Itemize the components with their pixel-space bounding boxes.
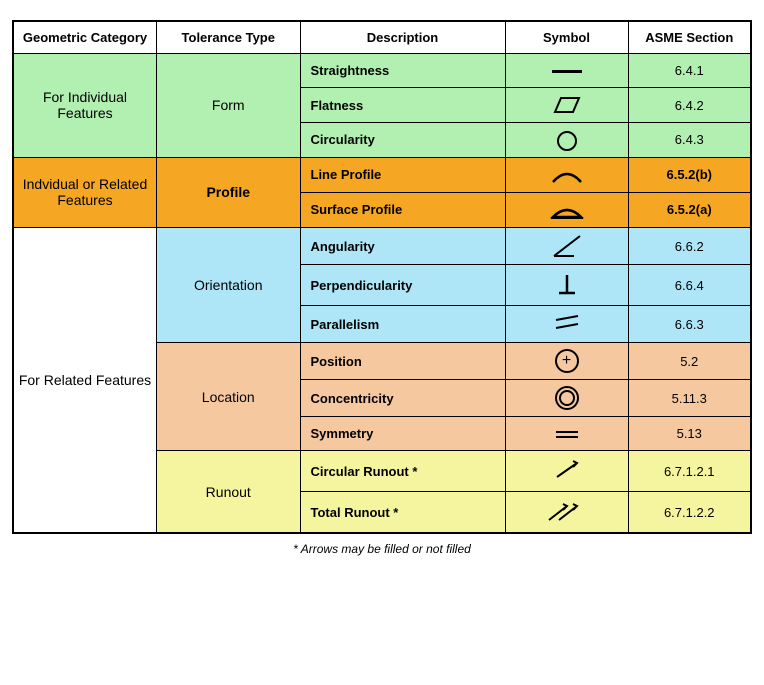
tolerance-form: Form xyxy=(157,54,301,158)
asme-symmetry: 5.13 xyxy=(628,417,751,451)
table-row: For Related Features Orientation Angular… xyxy=(13,228,751,265)
position-icon xyxy=(555,349,579,373)
asme-straightness: 6.4.1 xyxy=(628,54,751,88)
symbol-symmetry xyxy=(505,417,628,451)
asme-concentricity: 5.11.3 xyxy=(628,380,751,417)
category-individual: For Individual Features xyxy=(13,54,157,158)
perpendicularity-icon xyxy=(555,271,579,299)
symbol-perpendicularity xyxy=(505,265,628,306)
surface-profile-icon xyxy=(549,199,585,221)
line-profile-icon xyxy=(549,164,585,186)
header-category: Geometric Category xyxy=(13,21,157,54)
concentricity-icon xyxy=(555,386,579,410)
symbol-line-profile xyxy=(505,157,628,192)
straightness-icon xyxy=(552,70,582,73)
header-tolerance: Tolerance Type xyxy=(157,21,301,54)
category-indvidual-related: Indvidual or Related Features xyxy=(13,157,157,228)
asme-parallelism: 6.6.3 xyxy=(628,306,751,343)
header-description: Description xyxy=(300,21,505,54)
header-asme: ASME Section xyxy=(628,21,751,54)
footnote: * Arrows may be filled or not filled xyxy=(12,542,752,556)
symbol-surface-profile xyxy=(505,192,628,227)
symbol-straightness xyxy=(505,54,628,88)
symbol-concentricity xyxy=(505,380,628,417)
tolerance-location: Location xyxy=(157,343,301,451)
asme-circular-runout: 6.7.1.2.1 xyxy=(628,451,751,492)
desc-symmetry: Symmetry xyxy=(300,417,505,451)
angularity-icon xyxy=(552,234,582,258)
category-related: For Related Features xyxy=(13,228,157,534)
asme-line-profile: 6.5.2(b) xyxy=(628,157,751,192)
asme-angularity: 6.6.2 xyxy=(628,228,751,265)
header-symbol: Symbol xyxy=(505,21,628,54)
main-table-container: Geometric Category Tolerance Type Descri… xyxy=(12,20,752,556)
desc-flatness: Flatness xyxy=(300,88,505,123)
desc-line-profile: Line Profile xyxy=(300,157,505,192)
table-row: Indvidual or Related Features Profile Li… xyxy=(13,157,751,192)
circular-runout-icon xyxy=(549,457,585,485)
symbol-position xyxy=(505,343,628,380)
desc-angularity: Angularity xyxy=(300,228,505,265)
desc-parallelism: Parallelism xyxy=(300,306,505,343)
circularity-icon xyxy=(557,131,577,151)
desc-circular-runout: Circular Runout * xyxy=(300,451,505,492)
desc-straightness: Straightness xyxy=(300,54,505,88)
gd-t-table: Geometric Category Tolerance Type Descri… xyxy=(12,20,752,534)
desc-surface-profile: Surface Profile xyxy=(300,192,505,227)
asme-perpendicularity: 6.6.4 xyxy=(628,265,751,306)
flatness-icon xyxy=(549,94,585,116)
header-row: Geometric Category Tolerance Type Descri… xyxy=(13,21,751,54)
desc-perpendicularity: Perpendicularity xyxy=(300,265,505,306)
tolerance-orientation: Orientation xyxy=(157,228,301,343)
tolerance-runout: Runout xyxy=(157,451,301,534)
symbol-circular-runout xyxy=(505,451,628,492)
asme-flatness: 6.4.2 xyxy=(628,88,751,123)
desc-total-runout: Total Runout * xyxy=(300,492,505,534)
asme-circularity: 6.4.3 xyxy=(628,123,751,157)
symbol-total-runout xyxy=(505,492,628,534)
symmetry-icon xyxy=(556,431,578,438)
table-row: For Individual Features Form Straightnes… xyxy=(13,54,751,88)
desc-circularity: Circularity xyxy=(300,123,505,157)
parallelism-icon xyxy=(552,312,582,336)
symbol-circularity xyxy=(505,123,628,157)
asme-surface-profile: 6.5.2(a) xyxy=(628,192,751,227)
asme-position: 5.2 xyxy=(628,343,751,380)
desc-position: Position xyxy=(300,343,505,380)
desc-concentricity: Concentricity xyxy=(300,380,505,417)
symbol-parallelism xyxy=(505,306,628,343)
tolerance-profile: Profile xyxy=(157,157,301,228)
symbol-flatness xyxy=(505,88,628,123)
symbol-angularity xyxy=(505,228,628,265)
asme-total-runout: 6.7.1.2.2 xyxy=(628,492,751,534)
total-runout-icon xyxy=(545,498,589,526)
